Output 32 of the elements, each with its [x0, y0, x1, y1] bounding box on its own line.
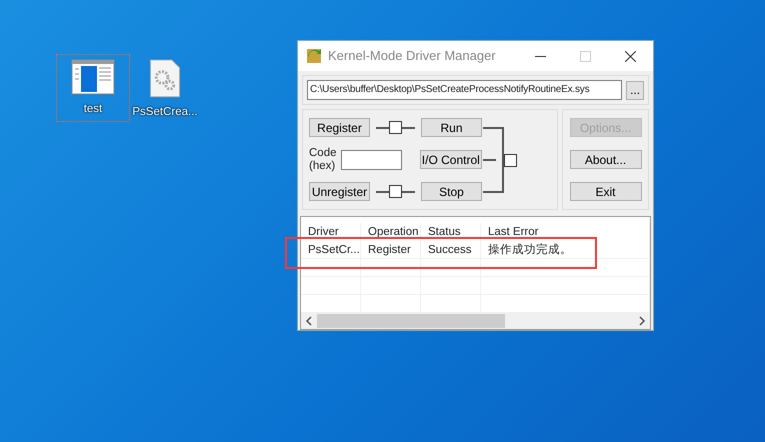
scroll-thumb[interactable]: [317, 314, 505, 328]
code-label: Code (hex): [309, 146, 338, 172]
column-header[interactable]: Driver: [301, 223, 361, 241]
about-button[interactable]: About...: [570, 150, 642, 169]
browse-button[interactable]: ...: [626, 80, 644, 100]
table-cell: Register: [361, 241, 421, 259]
unregister-button[interactable]: Unregister: [309, 182, 370, 201]
stop-button[interactable]: Stop: [421, 182, 482, 201]
desktop-icon[interactable]: PsSetCrea...: [128, 54, 202, 122]
maximize-icon: [580, 50, 591, 62]
indicator-square: [389, 185, 402, 198]
indicator-square: [504, 154, 517, 167]
io-control-button[interactable]: I/O Control: [420, 150, 482, 169]
window-title: Kernel-Mode Driver Manager: [328, 47, 497, 66]
gear-file-icon: [149, 59, 181, 98]
file-path-field[interactable]: C:\Users\buffer\Desktop\PsSetCreateProcessNotifyRoutineEx.sys: [307, 80, 622, 100]
app-logo-icon: [306, 48, 322, 64]
register-button[interactable]: Register: [309, 118, 370, 137]
table-cell: Success: [421, 241, 481, 259]
table-cell: 操作成功完成。: [481, 241, 650, 259]
column-header[interactable]: Status: [421, 223, 481, 241]
exit-button[interactable]: Exit: [570, 182, 642, 201]
close-icon: [625, 50, 636, 62]
code-field[interactable]: [340, 150, 402, 170]
indicator-square: [389, 121, 402, 134]
desktop-icon[interactable]: test: [56, 54, 130, 122]
column-header[interactable]: Last Error: [481, 223, 650, 241]
run-button[interactable]: Run: [421, 118, 482, 137]
column-header[interactable]: Operation: [361, 223, 421, 241]
horizontal-scrollbar[interactable]: [301, 313, 650, 329]
window-app-icon: [71, 59, 115, 95]
table-cell: PsSetCr...: [301, 241, 361, 259]
